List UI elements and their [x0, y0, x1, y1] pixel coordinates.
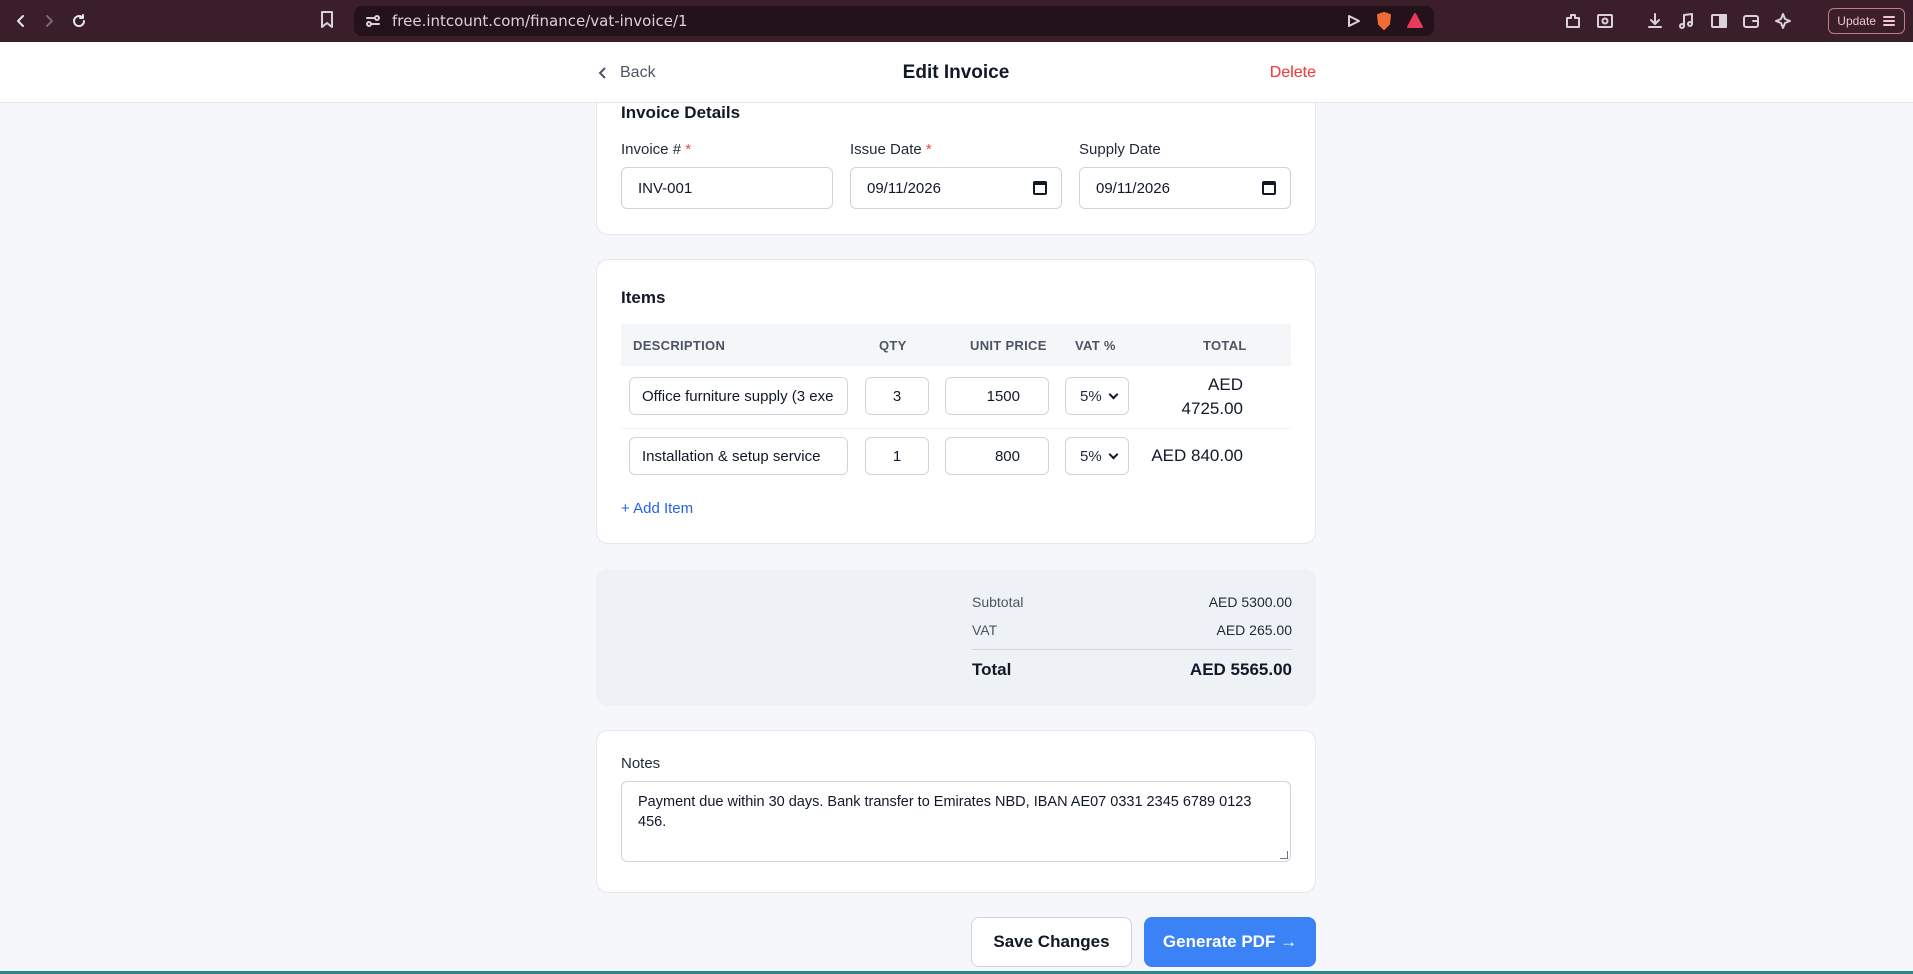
subtotal-row: Subtotal AED 5300.00 [972, 594, 1292, 610]
vat-value: AED 265.00 [1216, 622, 1293, 638]
save-changes-button[interactable]: Save Changes [971, 917, 1132, 967]
tab-search-icon[interactable] [1594, 10, 1616, 32]
reload-icon[interactable] [64, 6, 94, 36]
notes-card: Notes Payment due within 30 days. Bank t… [596, 730, 1316, 893]
invoice-number-label: Invoice # * [621, 141, 692, 158]
header-content: Back Edit Invoice Delete [596, 42, 1316, 103]
item-total-amount: 4725.00 [1181, 399, 1243, 418]
total-value: AED 5565.00 [1189, 660, 1292, 679]
row-divider [621, 428, 1291, 429]
back-label: Back [620, 63, 656, 81]
add-item-button[interactable]: + Add Item [621, 500, 693, 517]
brave-shield-icon[interactable] [1374, 11, 1394, 31]
item-unit-price-input[interactable]: 1500 [945, 377, 1049, 415]
supply-date-input[interactable]: 09/11/2026 [1079, 167, 1291, 209]
browser-toolbar: free.intcount.com/finance/vat-invoice/1 [0, 0, 1913, 42]
bookmark-icon[interactable] [320, 11, 334, 34]
item-vat-select[interactable]: 5% [1065, 377, 1129, 415]
extensions-icon[interactable] [1562, 10, 1584, 32]
page-title: Edit Invoice [902, 61, 1010, 83]
total-row: Total AED 5565.00 [972, 660, 1292, 680]
calendar-icon[interactable] [1262, 181, 1276, 195]
notes-text: Payment due within 30 days. Bank transfe… [638, 794, 1252, 830]
delete-button[interactable]: Delete [1270, 64, 1316, 82]
summary-divider [972, 649, 1292, 650]
site-settings-icon[interactable] [366, 14, 380, 28]
item-unit-price-input[interactable]: 800 [945, 437, 1049, 475]
wallet-icon[interactable] [1740, 10, 1762, 32]
leo-ai-icon[interactable] [1772, 10, 1794, 32]
column-description: DESCRIPTION [633, 338, 726, 353]
address-bar[interactable]: free.intcount.com/finance/vat-invoice/1 [354, 6, 1434, 36]
share-icon[interactable] [1346, 13, 1362, 29]
subtotal-value: AED 5300.00 [1208, 594, 1292, 610]
resize-handle[interactable] [1280, 851, 1288, 859]
separator [1804, 10, 1818, 32]
update-button[interactable]: Update [1828, 8, 1905, 34]
supply-date-value: 09/11/2026 [1096, 179, 1170, 197]
vat-row: VAT AED 265.00 [972, 622, 1292, 638]
items-title: Items [621, 288, 666, 307]
subtotal-label: Subtotal [972, 594, 1024, 610]
media-icon[interactable] [1676, 10, 1698, 32]
issue-date-value: 09/11/2026 [867, 179, 941, 197]
download-icon[interactable] [1644, 10, 1666, 32]
rewards-triangle-icon[interactable] [1406, 12, 1424, 30]
vat-label: VAT [972, 622, 998, 638]
items-table-header: DESCRIPTION QTY UNIT PRICE VAT % TOTAL [621, 324, 1291, 366]
item-total: AED 4725.00 [1145, 373, 1243, 421]
item-vat-select[interactable]: 5% [1065, 437, 1129, 475]
item-vat-value: 5% [1080, 447, 1102, 465]
sidebar-icon[interactable] [1708, 10, 1730, 32]
separator [1626, 10, 1634, 32]
item-description-input[interactable]: Office furniture supply (3 exe [629, 377, 848, 415]
url-text[interactable]: free.intcount.com/finance/vat-invoice/1 [392, 12, 688, 30]
menu-icon [1882, 14, 1896, 28]
column-qty: QTY [879, 338, 907, 353]
invoice-number-input[interactable]: INV-001 [621, 167, 833, 209]
back-button[interactable]: Back [596, 64, 656, 82]
items-card: Items DESCRIPTION QTY UNIT PRICE VAT % T… [596, 259, 1316, 544]
forward-arrow-icon[interactable] [34, 6, 64, 36]
column-unit-price: UNIT PRICE [970, 338, 1047, 353]
invoice-details-title: Invoice Details [621, 103, 741, 122]
totals-summary: Subtotal AED 5300.00 VAT AED 265.00 Tota… [596, 569, 1316, 706]
column-total: TOTAL [1203, 338, 1247, 353]
chevron-left-icon [596, 66, 610, 80]
update-label: Update [1837, 14, 1876, 28]
supply-date-label: Supply Date [1079, 141, 1161, 158]
chevron-down-icon [1108, 389, 1119, 399]
calendar-icon[interactable] [1033, 181, 1047, 195]
item-qty-input[interactable]: 1 [865, 437, 929, 475]
chevron-down-icon [1108, 449, 1119, 459]
issue-date-label: Issue Date * [850, 141, 932, 158]
notes-textarea[interactable]: Payment due within 30 days. Bank transfe… [621, 781, 1291, 862]
generate-pdf-button[interactable]: Generate PDF → [1144, 917, 1316, 967]
issue-date-input[interactable]: 09/11/2026 [850, 167, 1062, 209]
column-vat: VAT % [1075, 338, 1116, 353]
item-description-input[interactable]: Installation & setup service [629, 437, 848, 475]
total-label: Total [972, 660, 1012, 679]
item-total-currency: AED [1208, 375, 1243, 394]
back-arrow-icon[interactable] [6, 6, 36, 36]
item-vat-value: 5% [1080, 387, 1102, 405]
item-total: AED 840.00 [1151, 446, 1243, 465]
notes-label: Notes [621, 755, 661, 772]
item-qty-input[interactable]: 3 [865, 377, 929, 415]
